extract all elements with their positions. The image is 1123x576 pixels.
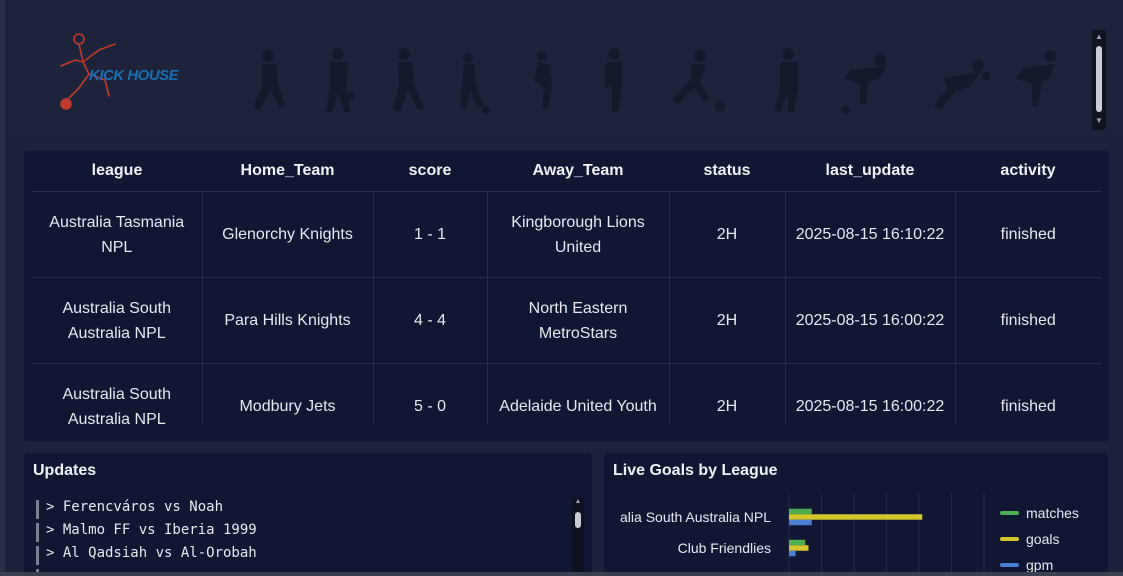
scrollbar-thumb[interactable] [1096, 46, 1102, 112]
score-cell: 4 - 4 [373, 277, 488, 364]
list-item-marker [36, 523, 39, 542]
home-team-cell: Para Hills Knights [202, 277, 374, 364]
updates-list: > Ferencváros vs Noah > Malmo FF vs Iber… [36, 499, 556, 576]
chart-title: Live Goals by League [613, 462, 778, 479]
column-header[interactable]: last_update [785, 151, 955, 192]
home-team-cell: Modbury Jets [202, 363, 374, 424]
updates-title: Updates [33, 462, 97, 479]
legend-label: goals [1026, 531, 1059, 547]
window-bottom-edge [0, 572, 1123, 576]
category-label: Club Friendlies [678, 540, 771, 556]
scroll-up-icon[interactable]: ▲ [1092, 32, 1106, 41]
column-header[interactable]: Home_Team [202, 151, 373, 192]
live-goals-panel: Live Goals by League alia South Australi… [604, 453, 1108, 576]
bar-goals [789, 545, 809, 551]
list-item-marker [36, 500, 39, 519]
scrollbar-thumb[interactable] [575, 512, 581, 528]
away-team-cell: North Eastern MetroStars [487, 277, 670, 364]
bar-goals [789, 514, 923, 520]
last-update-cell: 2025-08-15 16:00:22 [785, 363, 956, 424]
footballer-silhouettes-icon [253, 48, 1056, 114]
column-header[interactable]: activity [955, 151, 1101, 192]
logo-text: KICK HOUSE [89, 67, 179, 84]
scroll-down-icon[interactable]: ▼ [1092, 116, 1106, 125]
league-cell: Australia Tasmania NPL [32, 191, 203, 278]
table-header-row: league Home_Team score Away_Team status … [32, 151, 1101, 192]
status-cell: 2H [669, 363, 786, 424]
table-row: Australia South Australia NPL Modbury Je… [32, 363, 1101, 424]
activity-cell: finished [955, 363, 1101, 424]
score-cell: 5 - 0 [373, 363, 488, 424]
bar-gpm [789, 550, 796, 557]
league-cell: Australia South Australia NPL [32, 363, 203, 424]
last-update-cell: 2025-08-15 16:10:22 [785, 191, 956, 278]
column-header[interactable]: score [373, 151, 487, 192]
column-header[interactable]: status [669, 151, 785, 192]
scroll-up-icon[interactable]: ▲ [572, 498, 584, 505]
updates-scrollbar[interactable]: ▲ [572, 498, 584, 576]
status-cell: 2H [669, 277, 786, 364]
activity-cell: finished [955, 277, 1101, 364]
update-text: > Malmo FF vs Iberia 1999 [46, 522, 257, 538]
bar-matches [789, 508, 812, 515]
legend-label: matches [1026, 505, 1079, 521]
update-text: > Al Qadsiah vs Al-Orobah [46, 545, 257, 561]
updates-panel: Updates > Ferencváros vs Noah > Malmo FF… [24, 453, 592, 576]
list-item[interactable]: > Malmo FF vs Iberia 1999 [36, 522, 556, 545]
bar-matches [789, 539, 806, 546]
activity-cell: finished [955, 191, 1101, 278]
league-cell: Australia South Australia NPL [32, 277, 203, 364]
category-label: alia South Australia NPL [620, 509, 771, 525]
list-item[interactable]: > Ferencváros vs Noah [36, 499, 556, 522]
home-team-cell: Glenorchy Knights [202, 191, 374, 278]
away-team-cell: Adelaide United Youth [487, 363, 670, 424]
last-update-cell: 2025-08-15 16:00:22 [785, 277, 956, 364]
list-item-marker [36, 546, 39, 565]
live-goals-chart: alia South Australia NPL Club Friendlies m… [620, 493, 1079, 576]
update-text: > Ferencváros vs Noah [46, 499, 224, 515]
table-row: Australia South Australia NPL Para Hills… [32, 277, 1101, 364]
header-banner: KICK HOUSE ▲ ▼ [5, 0, 1123, 140]
header-scrollbar[interactable]: ▲ ▼ [1092, 30, 1106, 130]
list-item[interactable]: > Al Qadsiah vs Al-Orobah [36, 545, 556, 568]
table-row: Australia Tasmania NPL Glenorchy Knights… [32, 191, 1101, 278]
column-header[interactable]: Away_Team [487, 151, 669, 192]
column-header[interactable]: league [32, 151, 202, 192]
legend-label: gpm [1026, 557, 1053, 573]
matches-table: league Home_Team score Away_Team status … [32, 151, 1101, 424]
bar-gpm [789, 519, 812, 526]
score-cell: 1 - 1 [373, 191, 488, 278]
away-team-cell: Kingborough Lions United [487, 191, 670, 278]
status-cell: 2H [669, 191, 786, 278]
matches-table-panel: league Home_Team score Away_Team status … [24, 151, 1109, 441]
